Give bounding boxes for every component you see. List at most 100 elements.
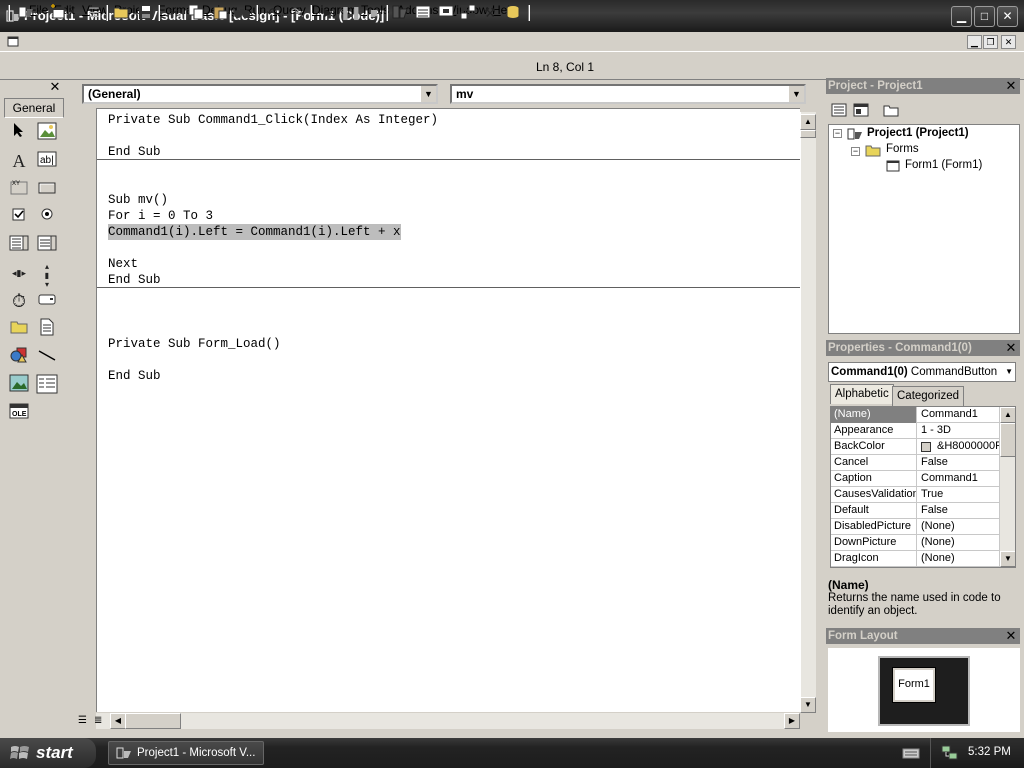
property-row[interactable]: DownPicture (None): [831, 535, 999, 551]
toolbox-tab-general[interactable]: General: [4, 98, 64, 118]
filelistbox-icon[interactable]: [36, 318, 58, 340]
properties-object-combo[interactable]: Command1(0) CommandButton ▼: [828, 362, 1016, 382]
cut-icon[interactable]: ✂: [164, 4, 184, 22]
property-value[interactable]: False: [919, 455, 999, 471]
property-row[interactable]: DisabledPicture (None): [831, 519, 999, 535]
network-icon[interactable]: [940, 744, 960, 762]
commandbutton-icon[interactable]: [36, 178, 58, 200]
view-code-icon[interactable]: [830, 101, 848, 119]
code-line[interactable]: Sub mv(): [108, 192, 168, 208]
image-icon[interactable]: [8, 374, 30, 396]
property-value[interactable]: True: [919, 487, 999, 503]
break-icon[interactable]: ❚❚: [340, 4, 362, 22]
scroll-right-button[interactable]: ▶: [784, 713, 800, 729]
dirlistbox-icon[interactable]: [8, 318, 30, 340]
property-value[interactable]: Command1: [919, 471, 999, 487]
form-layout-icon[interactable]: [436, 4, 456, 22]
property-value[interactable]: (None): [919, 551, 999, 567]
end-run-icon[interactable]: ■: [364, 4, 384, 22]
hscrollbar-icon[interactable]: ◂▮▸: [8, 262, 30, 284]
data-icon[interactable]: [36, 374, 58, 396]
project-tree[interactable]: − Project1 (Project1) − Forms Form1 (For…: [828, 124, 1020, 334]
project-panel-close-button[interactable]: ✕: [1004, 79, 1018, 93]
scroll-up-button[interactable]: ▲: [1000, 407, 1015, 423]
object-combo[interactable]: (General) ▼: [82, 84, 438, 104]
line-icon[interactable]: [36, 346, 58, 368]
property-value[interactable]: (None): [919, 535, 999, 551]
scroll-thumb[interactable]: [800, 130, 816, 138]
scroll-thumb[interactable]: [1000, 423, 1015, 457]
tree-collapse-icon[interactable]: −: [851, 147, 860, 156]
properties-grid[interactable]: (Name) Command1 Appearance 1 - 3D BackCo…: [830, 406, 1016, 568]
properties-window-icon[interactable]: [413, 4, 433, 22]
picturebox-icon[interactable]: [36, 122, 58, 144]
optionbutton-icon[interactable]: [36, 206, 58, 228]
property-row[interactable]: Cancel False: [831, 455, 999, 471]
checkbox-icon[interactable]: [8, 206, 30, 228]
code-line[interactable]: End Sub: [108, 272, 161, 288]
chevron-down-icon[interactable]: ▼: [1005, 363, 1013, 381]
toggle-folders-icon[interactable]: [882, 101, 900, 119]
label-icon[interactable]: A: [8, 150, 30, 172]
open-folder-icon[interactable]: [112, 4, 132, 22]
timer-icon[interactable]: ⏱: [8, 290, 30, 312]
chevron-down-icon[interactable]: ▼: [36, 4, 44, 22]
start-run-icon[interactable]: ▶: [318, 4, 338, 22]
drivelistbox-icon[interactable]: [36, 290, 58, 312]
redo-icon[interactable]: ↷: [286, 4, 306, 22]
tab-categorized[interactable]: Categorized: [892, 386, 965, 406]
keyboard-icon[interactable]: [902, 745, 920, 761]
combobox-icon[interactable]: [8, 234, 30, 256]
textbox-icon[interactable]: ab|: [36, 150, 58, 172]
tab-alphabetic[interactable]: Alphabetic: [830, 384, 894, 404]
properties-panel-close-button[interactable]: ✕: [1004, 341, 1018, 355]
property-row[interactable]: BackColor &H8000000F: [831, 439, 999, 455]
code-line[interactable]: End Sub: [108, 368, 161, 384]
scroll-down-button[interactable]: ▼: [800, 697, 816, 713]
copy-icon[interactable]: [186, 4, 206, 22]
view-object-icon[interactable]: [852, 101, 870, 119]
property-row[interactable]: CausesValidation True: [831, 487, 999, 503]
form-layout-form1[interactable]: Form1: [892, 667, 936, 703]
listbox-icon[interactable]: [36, 234, 58, 256]
property-row[interactable]: DragIcon (None): [831, 551, 999, 567]
shape-icon[interactable]: [8, 346, 30, 368]
find-icon[interactable]: [232, 4, 252, 22]
code-line[interactable]: For i = 0 To 3: [108, 208, 213, 224]
scroll-down-button[interactable]: ▼: [1000, 551, 1015, 567]
chevron-down-icon[interactable]: ▼: [68, 4, 76, 22]
mdi-close-button[interactable]: ✕: [1001, 35, 1016, 49]
pointer-icon[interactable]: [8, 122, 30, 144]
close-button[interactable]: ✕: [997, 6, 1018, 27]
mdi-system-menu-icon[interactable]: [6, 35, 20, 49]
procedure-combo[interactable]: mv ▼: [450, 84, 806, 104]
tree-project[interactable]: Project1 (Project1): [867, 127, 969, 139]
property-value[interactable]: &H8000000F: [919, 439, 999, 455]
code-line-selected[interactable]: Command1(i).Left = Command1(i).Left + x: [108, 224, 401, 240]
tree-folder-forms[interactable]: Forms: [886, 143, 919, 155]
data-view-icon[interactable]: [504, 4, 524, 22]
code-editor[interactable]: Private Sub Command1_Click(Index As Inte…: [96, 108, 800, 712]
scroll-up-button[interactable]: ▲: [800, 114, 816, 130]
scroll-left-button[interactable]: ◀: [110, 713, 126, 729]
add-project-icon[interactable]: [16, 4, 36, 22]
toolbox-close-button[interactable]: ✕: [48, 80, 62, 94]
property-row[interactable]: Default False: [831, 503, 999, 519]
save-icon[interactable]: [136, 4, 156, 22]
code-line[interactable]: End Sub: [108, 144, 161, 160]
chevron-down-icon[interactable]: ▼: [788, 86, 804, 102]
code-line[interactable]: Private Sub Command1_Click(Index As Inte…: [108, 112, 438, 128]
vscrollbar-icon[interactable]: ▴ ▮ ▾: [36, 262, 58, 289]
properties-scrollbar[interactable]: ▲ ▼: [999, 407, 1015, 567]
minimize-button[interactable]: ▁: [951, 6, 972, 27]
hscroll-thumb[interactable]: [125, 713, 181, 729]
property-row[interactable]: (Name) Command1: [831, 407, 999, 423]
code-line[interactable]: Next: [108, 256, 138, 272]
frame-icon[interactable]: XY: [8, 178, 30, 200]
property-value[interactable]: (None): [919, 519, 999, 535]
paste-icon[interactable]: [210, 4, 230, 22]
object-browser-icon[interactable]: [458, 4, 478, 22]
full-module-view-icon[interactable]: ≣: [94, 715, 106, 727]
form-layout-close-button[interactable]: ✕: [1004, 629, 1018, 643]
add-form-icon[interactable]: [48, 4, 68, 22]
